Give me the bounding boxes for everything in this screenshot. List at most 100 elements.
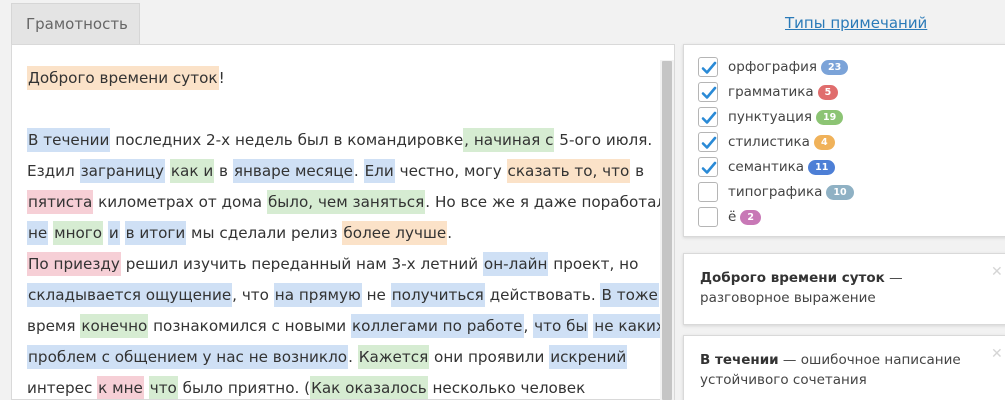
filter-item[interactable]: грамматика 5 xyxy=(698,81,839,103)
highlight-spell[interactable]: Ели xyxy=(363,159,395,183)
text-fragment: проект, но xyxy=(548,255,639,273)
count-badge: 11 xyxy=(808,159,836,175)
highlight-punct[interactable]: конечно xyxy=(80,314,149,338)
highlight-spell[interactable]: проблем с общением у нас не возникло xyxy=(27,345,349,369)
highlight-punct[interactable]: много xyxy=(53,221,104,245)
text-fragment: километрах от дома xyxy=(93,193,267,211)
text-fragment xyxy=(144,379,149,397)
filter-label: пунктуация xyxy=(728,109,813,125)
highlight-spell[interactable]: что бы xyxy=(533,314,589,338)
filter-checkbox[interactable] xyxy=(698,132,718,152)
check-icon xyxy=(701,111,717,124)
filter-checkbox[interactable] xyxy=(698,82,718,102)
filter-label: стилистика xyxy=(728,134,810,150)
highlight-style[interactable]: сказать то, что xyxy=(506,159,631,183)
highlight-spell[interactable]: он-лайн xyxy=(482,252,549,276)
filter-item[interactable]: типографика 10 xyxy=(698,181,854,203)
close-icon[interactable]: ✕ xyxy=(991,262,1003,282)
highlight-spell[interactable]: в итоги xyxy=(124,221,187,245)
count-badge: 5 xyxy=(817,84,839,100)
highlight-punct[interactable]: что xyxy=(148,376,178,399)
tab-bar: Грамотность Типы примечаний xyxy=(0,0,1005,45)
check-icon xyxy=(701,161,717,174)
text-fragment: . xyxy=(447,224,453,242)
text-body: Доброго времени суток! В течении последни… xyxy=(27,63,666,399)
count-badge: 2 xyxy=(740,209,761,225)
text-fragment: мы сделали релиз xyxy=(186,224,343,242)
filter-checkbox[interactable] xyxy=(698,157,718,177)
text-line: проблем с общением у нас не возникло. Ка… xyxy=(27,342,647,373)
text-fragment: решил изучить переданный нам 3-х летний xyxy=(120,255,483,273)
text-fragment: , xyxy=(523,317,534,335)
highlight-spell[interactable]: и xyxy=(107,221,120,245)
filter-item[interactable]: семантика 11 xyxy=(698,156,836,178)
text-fragment: , что xyxy=(232,286,274,304)
text-fragment: не xyxy=(361,286,391,304)
highlight-spell[interactable]: складывается ощущение xyxy=(27,283,233,307)
text-line xyxy=(27,94,647,125)
count-badge: 10 xyxy=(826,184,854,200)
filter-item[interactable]: орфография 23 xyxy=(698,56,849,78)
tab-gramotnost[interactable]: Грамотность xyxy=(11,3,140,45)
filter-label: типографика xyxy=(728,184,823,200)
highlight-gram[interactable]: пятиста xyxy=(27,190,94,214)
filter-label: орфография xyxy=(728,59,818,75)
highlight-style[interactable]: Доброго времени суток xyxy=(27,66,219,90)
text-fragment: . xyxy=(348,348,358,366)
filter-checkbox[interactable] xyxy=(698,57,718,77)
text-fragment: познакомился с новыми xyxy=(148,317,351,335)
text-fragment: . Но все же я даже поработал xyxy=(425,193,667,211)
text-line: время конечно познакомился с новыми колл… xyxy=(27,311,666,342)
highlight-spell[interactable]: В течении xyxy=(27,128,111,152)
text-fragment: действовать. xyxy=(484,286,601,304)
highlight-spell[interactable]: январе месяце xyxy=(232,159,354,183)
note-card[interactable]: Доброго времени суток — разговорное выра… xyxy=(683,253,1005,325)
text-fragment: они проявили xyxy=(429,348,550,366)
note-types-link[interactable]: Типы примечаний xyxy=(785,14,927,32)
highlight-spell[interactable]: коллегами по работе xyxy=(350,314,524,338)
highlight-spell[interactable]: получиться xyxy=(390,283,485,307)
text-fragment: честно, могу xyxy=(394,162,507,180)
highlight-gram[interactable]: По приезду xyxy=(27,252,121,276)
text-fragment: в xyxy=(214,162,233,180)
highlight-spell[interactable]: заграницу xyxy=(79,159,166,183)
text-line: интерес к мне что было приятно. (Как ока… xyxy=(27,373,647,399)
count-badge: 4 xyxy=(813,134,835,150)
close-icon[interactable]: ✕ xyxy=(991,344,1003,364)
highlight-punct[interactable]: Как оказалось xyxy=(310,376,428,399)
note-card[interactable]: В течении — ошибочное написание устойчив… xyxy=(683,335,1005,400)
filter-item[interactable]: стилистика 4 xyxy=(698,131,835,153)
note-term: В течении xyxy=(700,352,779,368)
filter-label: грамматика xyxy=(728,84,814,100)
text-fragment: было приятно. ( xyxy=(177,379,311,397)
text-line: Ездил заграницу как и в январе месяце. Е… xyxy=(27,156,647,187)
filter-checkbox[interactable] xyxy=(698,182,718,202)
highlight-style[interactable]: более лучше xyxy=(342,221,448,245)
highlight-spell[interactable]: искрений xyxy=(549,345,628,369)
text-fragment: ! xyxy=(218,69,225,87)
text-editor[interactable]: Доброго времени суток! В течении последни… xyxy=(11,44,675,400)
highlight-punct[interactable]: было, чем заняться xyxy=(266,190,426,214)
note-description: разговорное выражение xyxy=(700,290,876,306)
count-badge: 23 xyxy=(821,59,849,75)
highlight-spell[interactable]: В тоже xyxy=(600,283,659,307)
filter-checkbox[interactable] xyxy=(698,107,718,127)
filter-item[interactable]: ё2 xyxy=(698,206,761,228)
scrollbar-thumb[interactable] xyxy=(662,61,672,400)
filter-label: ё xyxy=(728,209,737,225)
highlight-spell[interactable]: не каких xyxy=(593,314,666,338)
highlight-punct[interactable]: как и xyxy=(169,159,215,183)
highlight-spell[interactable]: не xyxy=(27,221,49,245)
highlight-gram[interactable]: к мне xyxy=(97,376,144,399)
text-fragment: Ездил xyxy=(27,162,80,180)
filter-item[interactable]: пунктуация 19 xyxy=(698,106,844,128)
text-fragment: интерес xyxy=(27,379,98,397)
filter-checkbox[interactable] xyxy=(698,207,718,227)
text-fragment: 5-ого июля. xyxy=(554,131,653,149)
check-icon xyxy=(701,86,717,99)
highlight-spell[interactable]: на прямую xyxy=(273,283,362,307)
text-fragment xyxy=(120,224,125,242)
text-line: В течении последних 2-х недель был в ком… xyxy=(27,125,652,156)
highlight-punct[interactable]: Кажется xyxy=(357,345,430,369)
highlight-punct[interactable]: , начиная с xyxy=(463,128,555,152)
